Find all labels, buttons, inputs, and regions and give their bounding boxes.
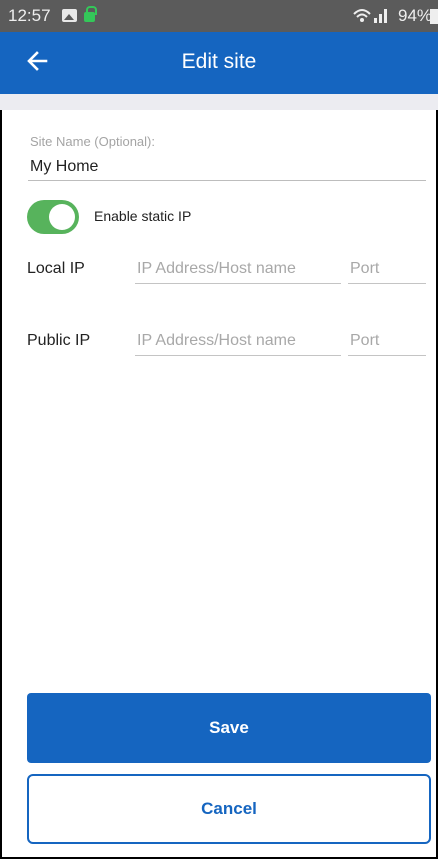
local-ip-address-input[interactable]: IP Address/Host name	[137, 260, 296, 278]
cancel-button[interactable]: Cancel	[27, 774, 431, 844]
header-divider-band	[0, 94, 438, 110]
local-ip-port-input[interactable]: Port	[350, 260, 379, 278]
local-ip-label: Local IP	[27, 260, 85, 277]
battery-percent: 94%	[398, 6, 433, 25]
public-ip-label: Public IP	[27, 332, 91, 349]
static-ip-toggle[interactable]	[27, 200, 79, 234]
signal-icon	[352, 6, 392, 27]
save-button[interactable]: Save	[27, 693, 431, 763]
local-ip-port-underline	[348, 283, 426, 284]
toggle-knob	[49, 204, 75, 230]
app-bar: Edit site	[0, 32, 438, 94]
local-ip-address-underline	[135, 283, 341, 284]
public-ip-address-input[interactable]: IP Address/Host name	[137, 332, 296, 350]
public-ip-address-underline	[135, 355, 341, 356]
site-name-label: Site Name (Optional):	[30, 134, 155, 149]
public-ip-port-underline	[348, 355, 426, 356]
site-name-underline	[28, 180, 426, 181]
status-bar: 12:57 94%	[0, 0, 438, 32]
static-ip-label: Enable static IP	[94, 208, 192, 224]
status-time: 12:57	[8, 6, 51, 25]
page-title: Edit site	[181, 50, 257, 73]
site-name-input[interactable]: My Home	[30, 158, 98, 176]
lock-icon	[84, 6, 97, 22]
public-ip-port-input[interactable]: Port	[350, 332, 379, 350]
battery-icon	[430, 9, 438, 24]
gallery-icon	[62, 9, 77, 22]
